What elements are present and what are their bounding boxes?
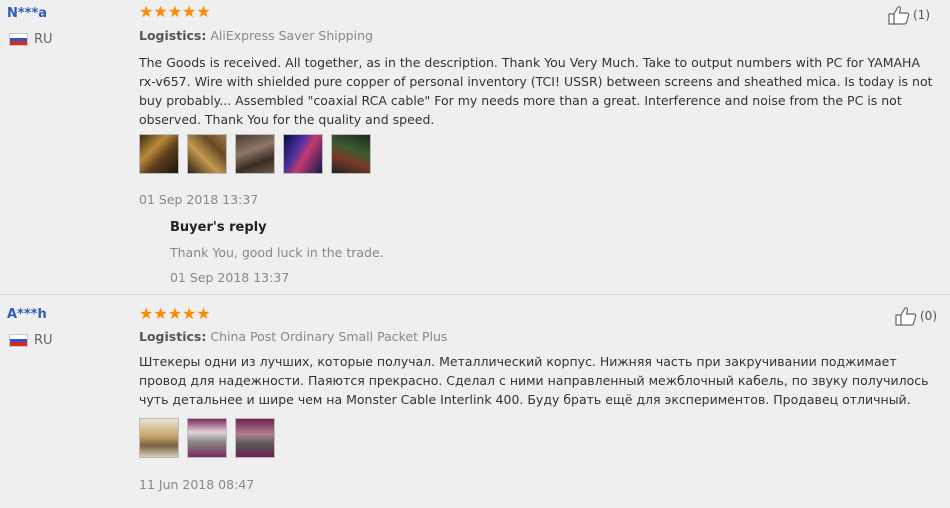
country-code: RU bbox=[34, 333, 53, 348]
review-item: A***h RU ★★★★★ Logistics: China Post Ordi… bbox=[0, 297, 950, 508]
rating-stars: ★★★★★ bbox=[139, 2, 211, 21]
review-photo-thumbnail[interactable] bbox=[235, 134, 275, 174]
buyer-reply-text: Thank You, good luck in the trade. bbox=[170, 245, 384, 260]
review-photo-thumbnail[interactable] bbox=[187, 134, 227, 174]
review-photos bbox=[139, 134, 379, 174]
thumbs-up-icon bbox=[895, 307, 917, 326]
reviewer-name: A***h bbox=[7, 307, 47, 322]
review-date: 01 Sep 2018 13:37 bbox=[139, 192, 259, 207]
russia-flag-icon bbox=[9, 33, 28, 46]
review-photos bbox=[139, 418, 283, 458]
russia-flag-icon bbox=[9, 334, 28, 347]
logistics-value: AliExpress Saver Shipping bbox=[210, 28, 373, 43]
review-photo-thumbnail[interactable] bbox=[331, 134, 371, 174]
review-photo-thumbnail[interactable] bbox=[139, 134, 179, 174]
review-text: Штекеры одни из лучших, которые получал.… bbox=[139, 354, 929, 407]
logistics-info: Logistics: China Post Ordinary Small Pack… bbox=[139, 329, 447, 344]
country-code: RU bbox=[34, 32, 53, 47]
helpful-count: (1) bbox=[913, 8, 930, 22]
reviewer-country: RU bbox=[9, 333, 53, 348]
helpful-count: (0) bbox=[920, 309, 937, 323]
logistics-info: Logistics: AliExpress Saver Shipping bbox=[139, 28, 373, 43]
review-photo-thumbnail[interactable] bbox=[187, 418, 227, 458]
helpful-button[interactable]: (0) bbox=[895, 306, 937, 326]
reviewer-name: N***a bbox=[7, 6, 48, 21]
review-divider bbox=[0, 294, 950, 295]
logistics-value: China Post Ordinary Small Packet Plus bbox=[210, 329, 448, 344]
review-text: The Goods is received. All together, as … bbox=[139, 55, 933, 127]
thumbs-up-icon bbox=[888, 6, 910, 25]
buyer-reply-title: Buyer's reply bbox=[170, 220, 267, 235]
review-item: N***a RU ★★★★★ Logistics: AliExpress Save… bbox=[0, 0, 950, 296]
review-photo-thumbnail[interactable] bbox=[283, 134, 323, 174]
reply-date: 01 Sep 2018 13:37 bbox=[170, 270, 290, 285]
review-photo-thumbnail[interactable] bbox=[235, 418, 275, 458]
review-photo-thumbnail[interactable] bbox=[139, 418, 179, 458]
reviewer-country: RU bbox=[9, 32, 53, 47]
rating-stars: ★★★★★ bbox=[139, 304, 211, 323]
logistics-label: Logistics: bbox=[139, 28, 207, 43]
helpful-button[interactable]: (1) bbox=[888, 5, 930, 25]
logistics-label: Logistics: bbox=[139, 329, 207, 344]
review-date: 11 Jun 2018 08:47 bbox=[139, 477, 255, 492]
